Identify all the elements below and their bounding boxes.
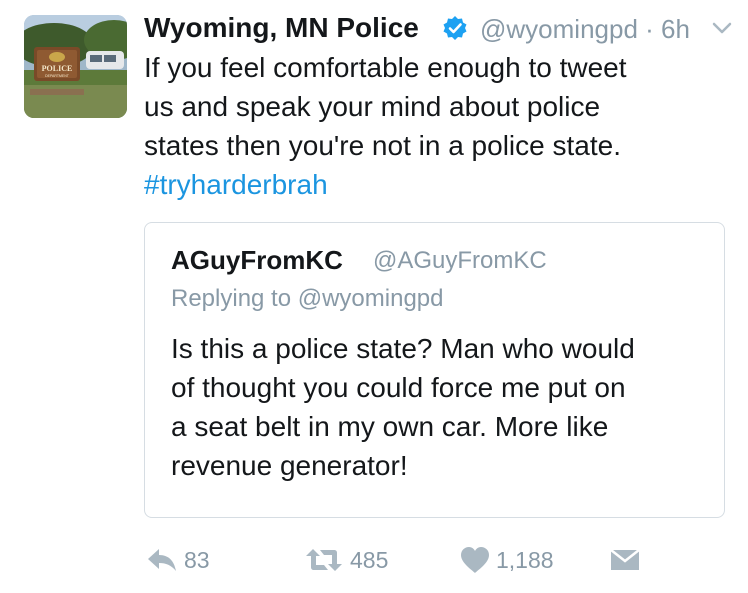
quoted-author-name: AGuyFromKC xyxy=(171,245,343,275)
avatar-image: POLICE DEPARTMENT xyxy=(24,15,127,118)
separator: · xyxy=(645,14,654,44)
tweet-text: If you feel comfortable enough to tweet … xyxy=(144,48,724,204)
tweet-text-line: us and speak your mind about police xyxy=(144,91,601,122)
hashtag-link[interactable]: #tryharderbrah xyxy=(144,165,724,204)
avatar[interactable]: POLICE DEPARTMENT xyxy=(24,15,127,118)
avatar-sign-text: POLICE xyxy=(42,64,73,73)
retweet-button[interactable]: 485 xyxy=(304,538,388,582)
chevron-down-icon[interactable] xyxy=(710,16,734,40)
quoted-text: Is this a police state? Man who would of… xyxy=(171,329,711,485)
handle-and-time: @wyomingpd · 6h xyxy=(480,14,690,45)
quoted-author-handle: @AGuyFromKC xyxy=(373,247,547,274)
timestamp[interactable]: 6h xyxy=(661,14,690,44)
direct-message-button[interactable] xyxy=(610,538,640,582)
tweet-text-line: If you feel comfortable enough to tweet xyxy=(144,52,627,83)
replying-to: Replying to @wyomingpd xyxy=(171,285,444,312)
verified-badge-icon xyxy=(442,15,468,41)
like-count: 1,188 xyxy=(496,546,554,573)
reply-icon xyxy=(146,547,178,573)
tweet-text-line: states then you're not in a police state… xyxy=(144,130,621,161)
quoted-text-line: revenue generator! xyxy=(171,450,408,481)
avatar-sign-subtext: DEPARTMENT xyxy=(45,74,70,78)
retweet-count: 485 xyxy=(350,546,389,573)
quoted-text-line: Is this a police state? Man who would xyxy=(171,333,635,364)
quoted-text-line: a seat belt in my own car. More like xyxy=(171,411,609,442)
reply-button[interactable]: 83 xyxy=(146,538,210,582)
reply-count: 83 xyxy=(184,546,210,573)
quoted-text-line: of thought you could force me put on xyxy=(171,372,626,403)
like-button[interactable]: 1,188 xyxy=(460,538,554,582)
author-name[interactable]: Wyoming, MN Police xyxy=(144,12,419,44)
tweet-header: Wyoming, MN Police @wyomingpd · 6h xyxy=(144,10,738,46)
retweet-icon xyxy=(304,547,344,573)
quoted-tweet[interactable]: AGuyFromKC @AGuyFromKC Replying to @wyom… xyxy=(144,222,725,518)
tweet-actions: 83 485 1,188 xyxy=(144,538,704,582)
like-icon xyxy=(460,546,490,574)
author-handle[interactable]: @wyomingpd xyxy=(480,14,638,44)
direct-message-icon xyxy=(610,548,640,572)
